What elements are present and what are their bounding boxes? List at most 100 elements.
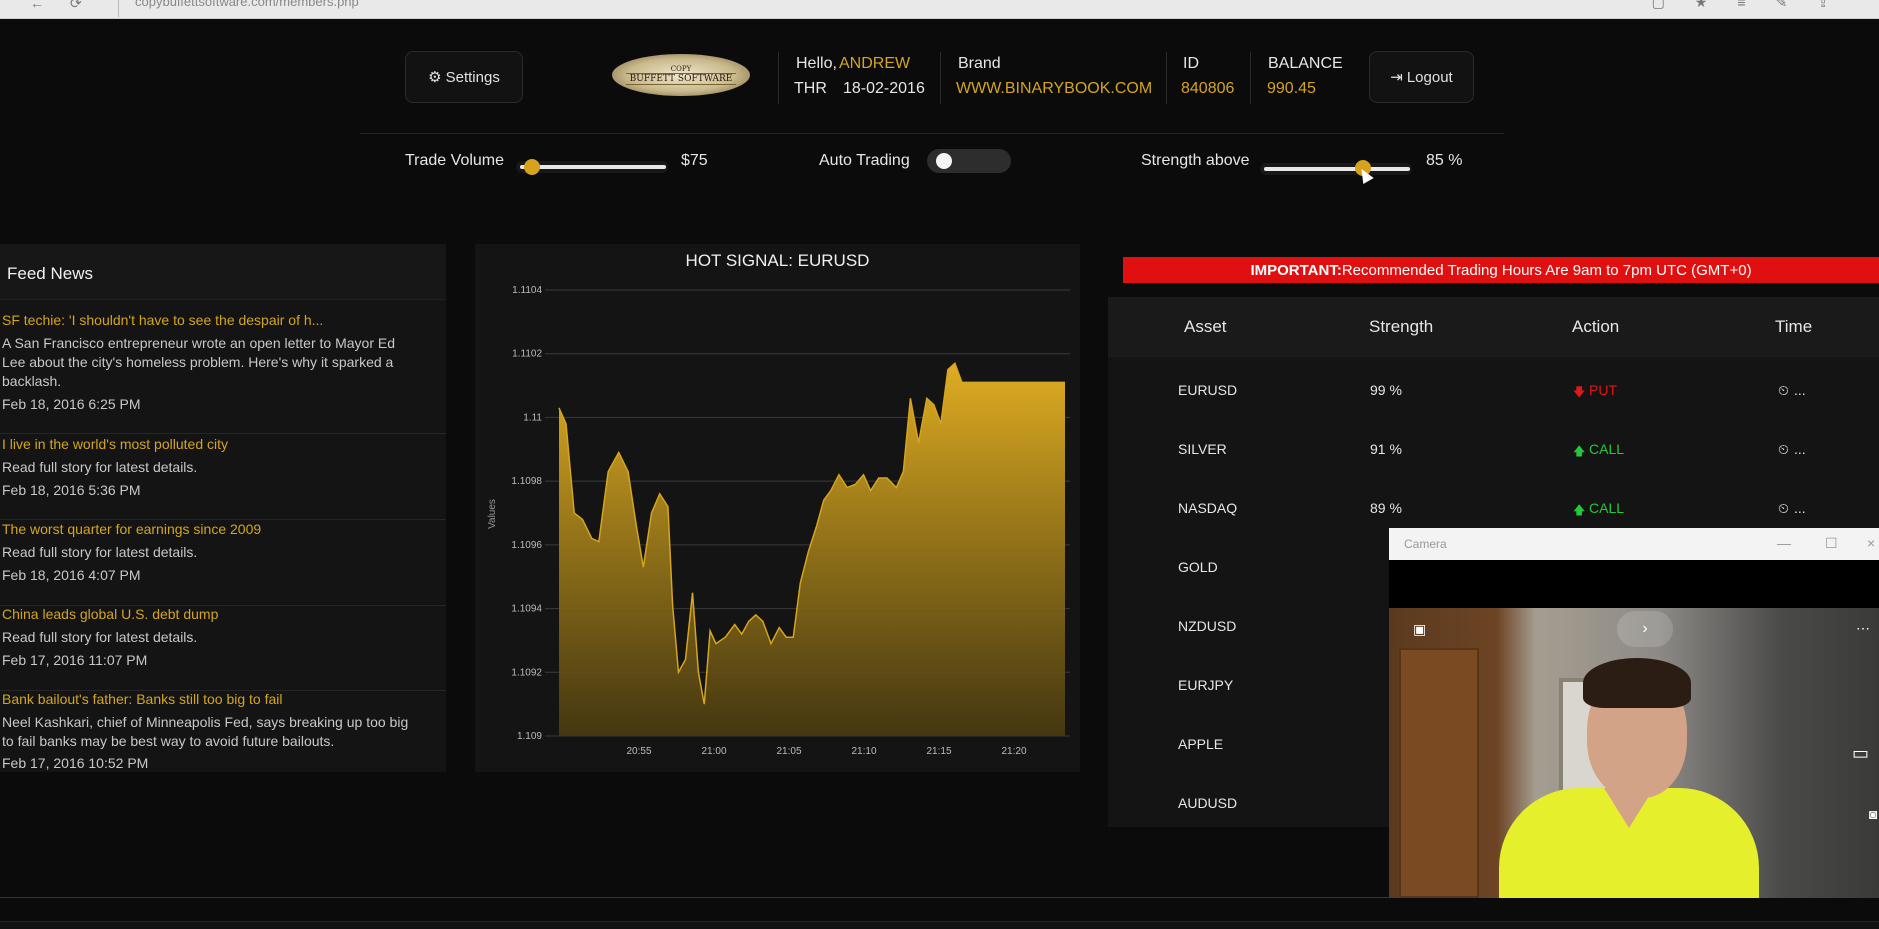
column-header-action: Action — [1572, 317, 1620, 336]
news-description: A San Francisco entrepreneur wrote an op… — [2, 335, 395, 389]
arrow-up-icon: 🡅 — [1573, 444, 1586, 458]
area-series-eurusd — [559, 363, 1065, 736]
camera-next-button[interactable]: › — [1617, 611, 1673, 647]
news-date: Feb 17, 2016 11:07 PM — [2, 652, 148, 668]
camera-window[interactable]: Camera — ☐ × ▣ › ⋯ ▭ ◙ — [1389, 528, 1879, 898]
y-tick-label: 1.11 — [523, 412, 542, 423]
news-description: Read full story for latest details. — [2, 459, 198, 475]
important-banner: IMPORTANT: Recommended Trading Hours Are… — [1123, 257, 1879, 283]
y-tick-label: 1.1092 — [511, 667, 542, 678]
photo-camera-icon[interactable]: ◙ — [1869, 806, 1877, 822]
trade-volume-track — [520, 165, 666, 169]
signal-time: ... — [1794, 382, 1806, 398]
signal-asset: EURJPY — [1178, 677, 1234, 693]
feed-news-panel: Feed News SF techie: 'I shouldn't have t… — [0, 244, 446, 772]
news-item[interactable]: China leads global U.S. debt dump Read f… — [0, 606, 446, 691]
toggle-knob — [936, 153, 952, 169]
news-title[interactable]: Bank bailout's father: Banks still too b… — [2, 691, 283, 707]
browser-toolbar: ← ⟳ copybuffettsoftware.com/members.php … — [0, 0, 1879, 19]
address-bar[interactable]: copybuffettsoftware.com/members.php — [135, 0, 359, 9]
news-item[interactable]: SF techie: 'I shouldn't have to see the … — [0, 312, 446, 434]
y-tick-label: 1.1104 — [512, 285, 542, 296]
news-title[interactable]: The worst quarter for earnings since 200… — [2, 521, 261, 537]
signal-asset: NZDUSD — [1178, 618, 1237, 634]
x-tick-label: 21:00 — [701, 746, 726, 757]
reload-icon[interactable]: ⟳ — [70, 0, 82, 12]
signal-asset: GOLD — [1178, 559, 1218, 575]
camera-titlebar[interactable]: Camera — ☐ × — [1389, 528, 1879, 560]
news-date: Feb 18, 2016 6:25 PM — [2, 396, 141, 412]
y-tick-label: 1.109 — [517, 731, 542, 742]
news-date: Feb 18, 2016 4:07 PM — [2, 567, 141, 583]
logo-top-text: COPY — [670, 65, 692, 73]
x-tick-label: 21:15 — [926, 746, 951, 757]
video-camera-icon[interactable]: ▭ — [1852, 743, 1869, 764]
brand-link[interactable]: WWW.BINARYBOOK.COM — [956, 80, 1152, 98]
header-divider — [778, 52, 779, 104]
browser-tools-icons[interactable]: ▢★≡✎⇪ — [1652, 0, 1859, 11]
person-shirt — [1499, 788, 1759, 898]
taskbar-edge — [0, 921, 1879, 929]
clock-icon: ⏲ — [1778, 500, 1789, 516]
signal-asset: EURUSD — [1178, 382, 1238, 398]
chevron-right-icon: › — [1642, 620, 1648, 637]
y-tick-label: 1.1098 — [511, 476, 542, 487]
header-separator — [360, 133, 1504, 134]
y-tick-label: 1.1102 — [512, 349, 542, 360]
arrow-down-icon: 🡇 — [1573, 385, 1586, 399]
trade-volume-value: $75 — [681, 152, 708, 169]
signal-time: ... — [1794, 441, 1806, 457]
logout-label: Logout — [1406, 68, 1453, 86]
camera-title: Camera — [1404, 537, 1447, 551]
clock-icon: ⏲ — [1778, 382, 1789, 398]
brand-logo: COPY BUFFETT SOFTWARE — [612, 54, 750, 96]
strength-track — [1264, 167, 1410, 171]
settings-label: Settings — [445, 68, 500, 86]
column-header-strength: Strength — [1369, 317, 1434, 336]
y-axis-label: Values — [487, 499, 498, 529]
trade-volume-handle[interactable] — [523, 159, 540, 175]
strength-label: Strength above — [1141, 152, 1250, 169]
more-icon[interactable]: ⋯ — [1856, 620, 1870, 637]
news-item[interactable]: I live in the world's most polluted city… — [0, 436, 446, 520]
header-divider — [1166, 52, 1167, 104]
news-item[interactable]: Bank bailout's father: Banks still too b… — [0, 691, 446, 772]
column-header-time: Time — [1775, 317, 1813, 336]
signal-time: ... — [1794, 500, 1806, 516]
arrow-up-icon: 🡅 — [1573, 503, 1586, 517]
logout-icon: ⇥ — [1390, 69, 1403, 86]
x-tick-label: 21:05 — [776, 746, 801, 757]
signal-row[interactable]: EURUSD 99 % 🡇 PUT ⏲... — [1108, 362, 1879, 421]
close-icon[interactable]: × — [1867, 535, 1875, 551]
settings-button[interactable]: ⚙ Settings — [405, 51, 523, 103]
signal-action: CALL — [1589, 441, 1625, 457]
auto-trading-toggle[interactable] — [927, 149, 1011, 173]
hot-signal-chart-panel: HOT SIGNAL: EURUSD 1.1104 1.1102 1.11 1.109… — [475, 244, 1080, 772]
hello-label: Hello, — [796, 55, 837, 72]
logout-button[interactable]: ⇥ Logout — [1369, 51, 1474, 103]
id-label: ID — [1183, 55, 1199, 72]
signal-asset: SILVER — [1178, 441, 1227, 457]
signal-strength: 89 % — [1370, 500, 1402, 516]
news-description: Neel Kashkari, chief of Minneapolis Fed,… — [2, 714, 409, 749]
x-tick-label: 20:55 — [626, 746, 651, 757]
signal-row[interactable]: SILVER 91 % 🡅 CALL ⏲... — [1108, 421, 1879, 480]
signal-action: PUT — [1589, 382, 1617, 398]
back-icon[interactable]: ← — [30, 0, 44, 11]
signal-action: CALL — [1589, 500, 1625, 516]
news-title[interactable]: I live in the world's most polluted city — [2, 436, 228, 452]
y-tick-label: 1.1096 — [511, 540, 542, 551]
minimize-icon[interactable]: — — [1777, 535, 1791, 551]
news-item[interactable]: The worst quarter for earnings since 200… — [0, 521, 446, 606]
signal-asset: AUDUSD — [1178, 795, 1238, 811]
news-title[interactable]: SF techie: 'I shouldn't have to see the … — [2, 312, 323, 328]
signal-asset: NASDAQ — [1178, 500, 1238, 516]
news-title[interactable]: China leads global U.S. debt dump — [2, 606, 218, 622]
gallery-icon[interactable]: ▣ — [1413, 621, 1426, 638]
feed-header: Feed News — [0, 244, 446, 300]
chart-area: 1.11041.11021.111.10981.10961.10941.1092… — [487, 285, 1070, 757]
feed-title: Feed News — [7, 264, 93, 283]
column-header-asset: Asset — [1184, 317, 1227, 336]
news-date: Feb 18, 2016 5:36 PM — [2, 482, 141, 498]
maximize-icon[interactable]: ☐ — [1825, 535, 1838, 552]
